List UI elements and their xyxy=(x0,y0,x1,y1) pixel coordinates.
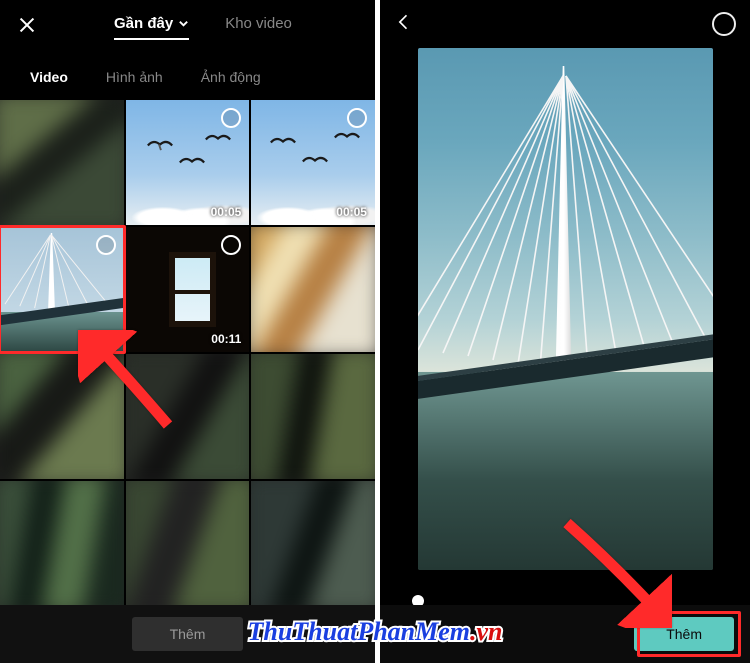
select-circle-icon[interactable] xyxy=(347,108,367,128)
chevron-down-icon xyxy=(178,18,189,29)
media-thumb[interactable]: 00:05 xyxy=(251,100,375,225)
tab-video-library[interactable]: Kho video xyxy=(225,15,292,40)
media-thumb[interactable] xyxy=(126,481,250,606)
media-thumb[interactable] xyxy=(126,354,250,479)
gallery-header: Gần đây Kho video xyxy=(0,0,375,54)
tab-recent[interactable]: Gần đây xyxy=(114,15,189,40)
media-type-tabs: Video Hình ảnh Ảnh động xyxy=(0,54,375,100)
back-icon[interactable] xyxy=(394,12,414,37)
tab-recent-label: Gần đây xyxy=(114,15,173,32)
media-thumb[interactable] xyxy=(251,481,375,606)
preview-screen: Cắt Thêm xyxy=(380,0,750,663)
media-tab-video[interactable]: Video xyxy=(30,69,68,85)
media-thumb[interactable]: 00:05 xyxy=(126,100,250,225)
scissors-icon xyxy=(392,626,409,643)
video-preview[interactable] xyxy=(418,48,713,570)
media-thumb[interactable] xyxy=(251,227,375,352)
preview-header xyxy=(380,0,750,48)
select-circle-icon[interactable] xyxy=(712,12,736,36)
close-icon[interactable] xyxy=(16,14,38,40)
media-thumb[interactable] xyxy=(0,100,124,225)
gallery-picker-screen: Gần đây Kho video Video Hình ảnh Ảnh độn… xyxy=(0,0,375,663)
media-thumb[interactable] xyxy=(0,354,124,479)
cut-button[interactable]: Cắt xyxy=(392,626,437,643)
gallery-footer: Thêm xyxy=(0,605,375,663)
media-thumb[interactable]: 00:31 xyxy=(0,227,124,352)
thumb-duration: 00:05 xyxy=(336,205,367,219)
thumb-duration: 00:31 xyxy=(85,332,116,346)
media-thumb[interactable]: 00:11 xyxy=(126,227,250,352)
preview-zone xyxy=(380,48,750,605)
add-button-disabled[interactable]: Thêm xyxy=(132,617,244,651)
select-circle-icon[interactable] xyxy=(96,235,116,255)
cut-label: Cắt xyxy=(415,626,437,642)
thumb-duration: 00:11 xyxy=(211,332,241,346)
media-grid: 00:05 00:05 xyxy=(0,100,375,605)
add-button[interactable]: Thêm xyxy=(634,617,734,651)
media-tab-gif[interactable]: Ảnh động xyxy=(201,69,261,85)
preview-footer: Cắt Thêm xyxy=(380,605,750,663)
media-tab-image[interactable]: Hình ảnh xyxy=(106,69,163,85)
media-thumb[interactable] xyxy=(251,354,375,479)
media-thumb[interactable] xyxy=(0,481,124,606)
thumb-duration: 00:05 xyxy=(211,205,242,219)
